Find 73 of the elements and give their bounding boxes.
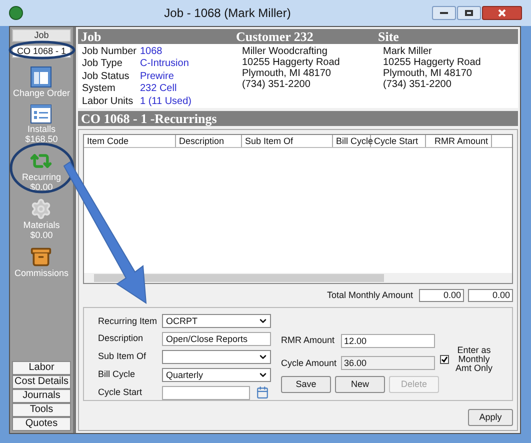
field-label: Job Type — [82, 58, 124, 71]
checkbox-label: Enter as Monthly Amt Only — [454, 346, 494, 373]
form-label: Recurring Item — [98, 314, 158, 328]
dropdown-field[interactable]: Quarterly — [162, 368, 271, 382]
column-header[interactable]: Item Code — [84, 135, 176, 147]
close-button[interactable] — [482, 6, 522, 20]
sidebar-button[interactable]: Labor — [12, 361, 71, 375]
column-header[interactable]: Cycle Start — [371, 135, 426, 147]
header-title: Job — [81, 29, 102, 44]
form-label: Cycle Amount — [281, 356, 338, 370]
input-field[interactable]: Open/Close Reports — [162, 332, 271, 346]
form-label: Description — [98, 332, 144, 346]
horizontal-scrollbar[interactable] — [84, 273, 512, 283]
apply-button[interactable]: Apply — [468, 409, 513, 426]
sidebar-button[interactable]: Journals — [12, 389, 71, 403]
sidebar-item-amount: $168.50 — [25, 134, 58, 144]
form-label: Bill Cycle — [98, 368, 136, 382]
field-label: Labor Units — [82, 96, 134, 108]
section-title-bar: CO 1068 - 1 -Recurrings — [78, 111, 518, 126]
field-label: System — [82, 83, 116, 96]
column-header[interactable]: RMR Amount — [426, 135, 492, 147]
window-title: Job - 1068 (Mark Miller) — [163, 5, 292, 22]
total-amount-field: 0.00 — [419, 289, 464, 302]
field-value: 1068 — [140, 46, 164, 58]
highlight-ellipse — [8, 40, 76, 60]
site-line: 10255 Haggerty Road — [383, 57, 481, 68]
field-value: 1 (11 Used) — [140, 96, 193, 108]
sidebar-button[interactable]: Quotes — [12, 417, 71, 431]
amount-field[interactable]: 12.00 — [341, 334, 435, 348]
form-label: Cycle Start — [98, 386, 144, 399]
list-icon — [30, 104, 52, 124]
site-line: Plymouth, MI 48170 — [383, 68, 473, 79]
gear-icon — [30, 198, 52, 220]
field-value: 232 Cell — [140, 83, 178, 96]
dropdown-field[interactable] — [162, 350, 271, 364]
maximize-button[interactable] — [457, 6, 481, 20]
total-amount-field: 0.00 — [468, 289, 513, 302]
form-label: Sub Item Of — [98, 350, 148, 364]
calendar-icon[interactable] — [256, 386, 269, 400]
checkmark-icon — [441, 356, 448, 363]
site-line: Mark Miller — [383, 46, 433, 57]
checkbox[interactable] — [440, 355, 449, 364]
window-icon — [30, 66, 52, 88]
date-field[interactable] — [162, 386, 250, 400]
box-icon — [30, 246, 52, 268]
field-label: Job Number — [82, 46, 138, 58]
close-icon — [498, 9, 506, 17]
column-header[interactable]: Description — [176, 135, 242, 147]
minimize-button[interactable] — [432, 6, 456, 20]
sidebar-button[interactable]: Tools — [12, 403, 71, 417]
field-value: C-Intrusion — [140, 58, 190, 71]
app-logo-icon — [9, 6, 23, 20]
site-line: (734) 351-2200 — [383, 79, 452, 90]
field-value: Prewire — [140, 70, 175, 84]
total-label: Total Monthly Amount — [326, 289, 413, 302]
sidebar-item-amount: $0.00 — [30, 182, 53, 192]
header-title: Customer 232 — [236, 29, 314, 44]
form-label: RMR Amount — [281, 334, 336, 347]
header-title: Site — [378, 29, 399, 44]
sidebar-item-amount: $0.00 — [30, 230, 53, 240]
sidebar-button[interactable]: Cost Details — [12, 375, 71, 389]
action-button[interactable]: Save — [281, 376, 331, 393]
highlight-ellipse — [10, 142, 74, 194]
customer-line: 10255 Haggerty Road — [242, 57, 341, 68]
sidebar-tab[interactable]: Job — [12, 29, 71, 42]
customer-line: Miller Woodcrafting — [242, 46, 328, 57]
action-button[interactable]: New — [335, 376, 385, 393]
customer-line: (734) 351-2200 — [242, 79, 312, 90]
customer-line: Plymouth, MI 48170 — [242, 68, 332, 79]
field-label: Job Status — [82, 70, 130, 84]
column-header[interactable]: Bill Cycle — [333, 135, 371, 147]
column-header[interactable]: Sub Item Of — [242, 135, 333, 147]
dropdown-field[interactable]: OCRPT — [162, 314, 271, 328]
